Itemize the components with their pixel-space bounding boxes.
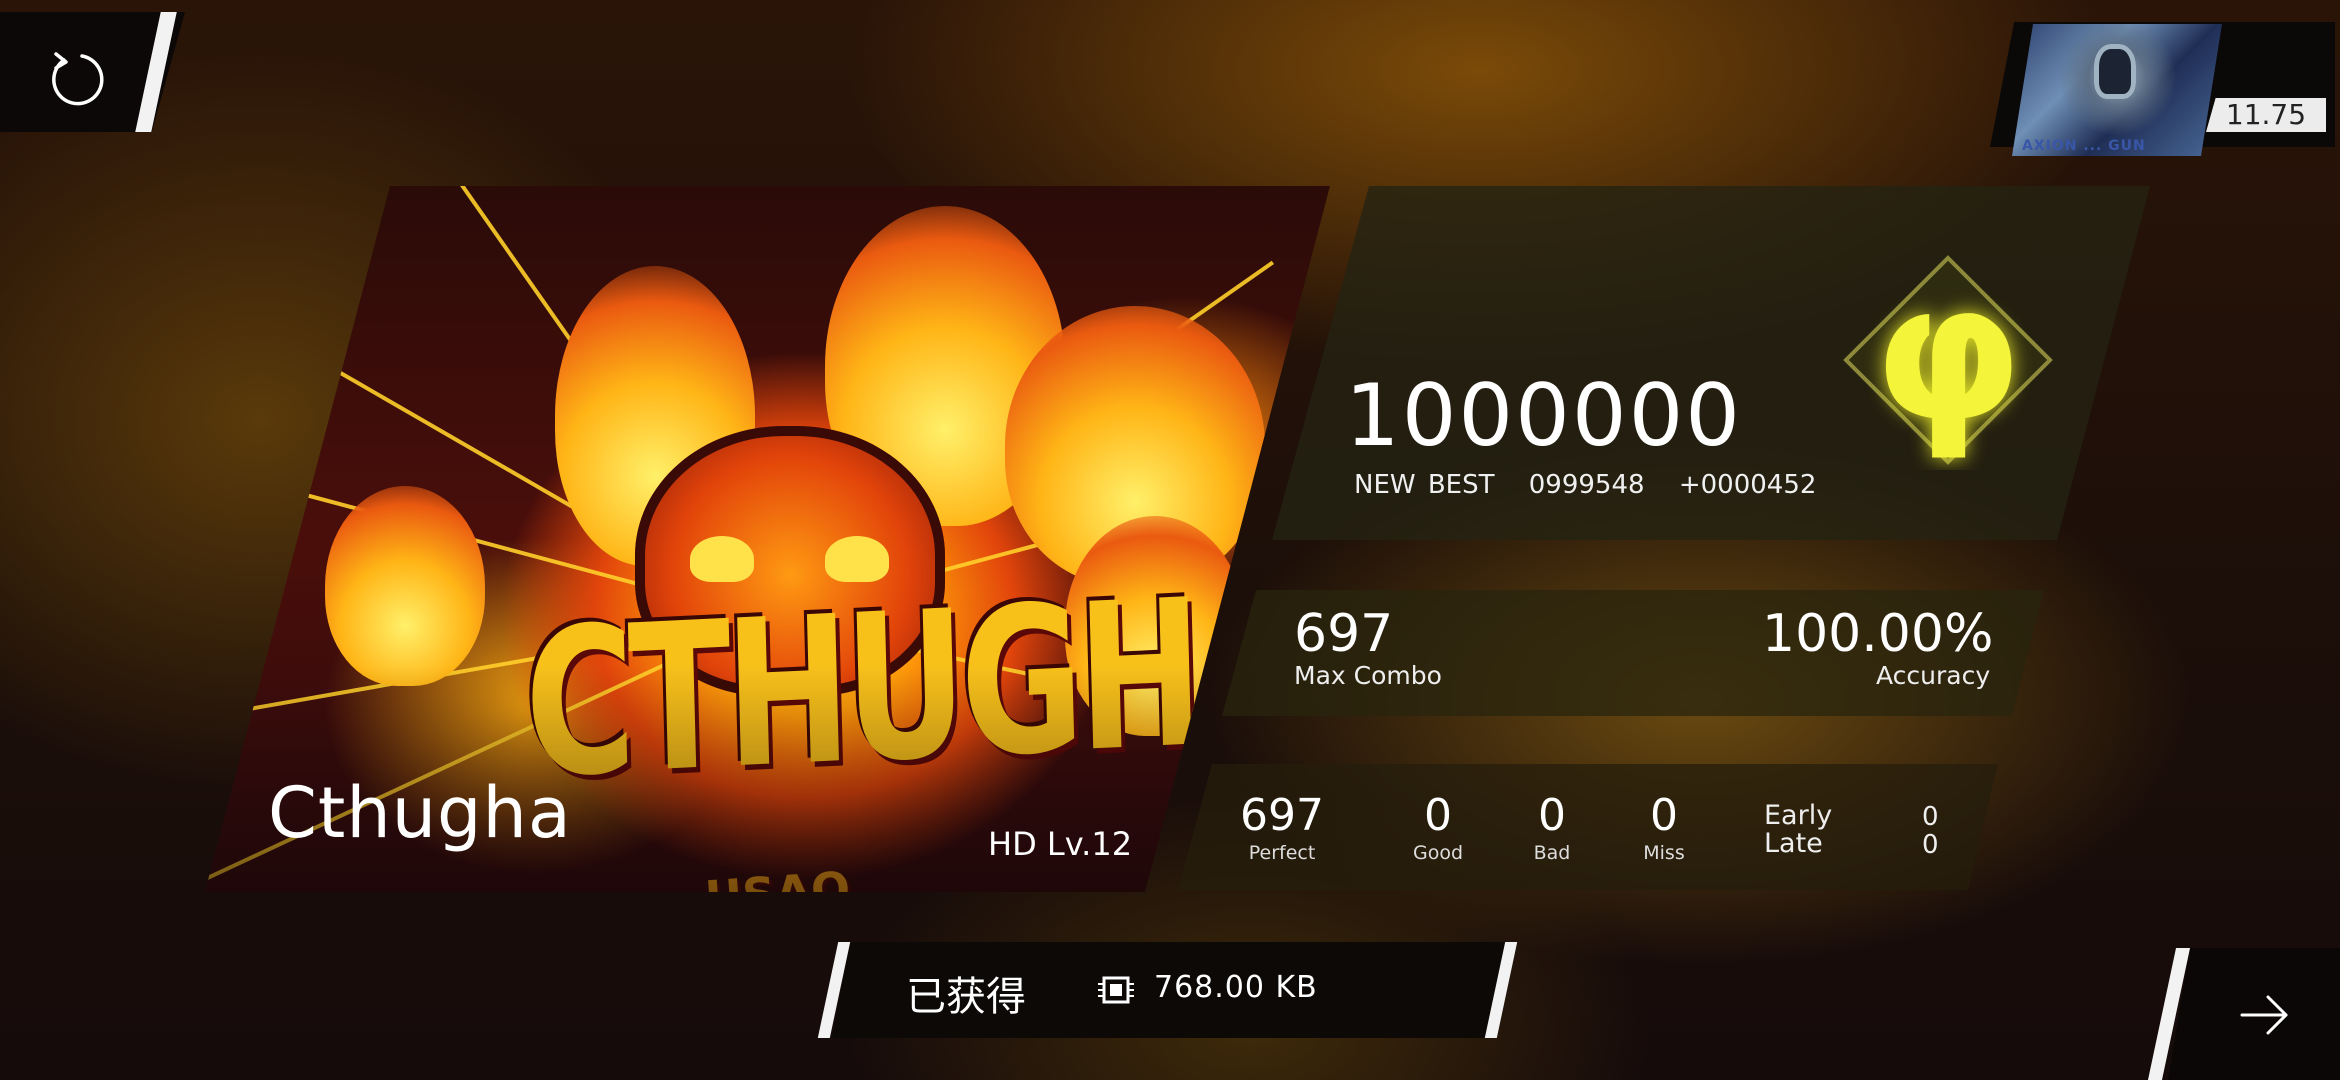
late-count: 0 xyxy=(1922,830,1939,860)
score-delta: +0000452 xyxy=(1678,470,1817,500)
score-details: NEW BEST 0999548 +0000452 xyxy=(1354,470,1838,500)
avatar: AXION ... GUN xyxy=(2012,24,2222,156)
max-combo-label: Max Combo xyxy=(1294,661,1442,690)
late-label: Late xyxy=(1764,828,1823,859)
next-button[interactable] xyxy=(2147,948,2340,1080)
obtained-label: 已获得 xyxy=(906,974,1026,1020)
song-difficulty: HD Lv.12 xyxy=(988,825,1133,863)
perfect-count: 697 xyxy=(1240,790,1324,841)
song-title: Cthugha xyxy=(268,772,572,854)
restart-icon xyxy=(52,52,104,106)
arrow-right-icon xyxy=(2240,995,2288,1035)
max-combo-value: 697 xyxy=(1294,604,1394,664)
restart-button[interactable] xyxy=(0,12,185,132)
early-count: 0 xyxy=(1922,802,1939,832)
early-label: Early xyxy=(1764,800,1833,831)
score-value: 1000000 xyxy=(1345,366,1743,466)
player-profile[interactable]: AXION ... GUN 11.75 xyxy=(1990,22,2335,156)
accuracy-label: Accuracy xyxy=(1876,661,1991,690)
miss-label: Miss xyxy=(1643,842,1685,864)
grade-letter: φ xyxy=(1874,250,2023,463)
chip-icon xyxy=(1098,976,1134,1004)
new-best-label: NEW BEST xyxy=(1354,470,1495,500)
grade-phi-icon: φ xyxy=(1843,250,2053,465)
good-label: Good xyxy=(1412,842,1464,864)
bad-label: Bad xyxy=(1533,842,1571,864)
previous-best: 0999548 xyxy=(1528,470,1645,500)
accuracy-value: 100.00% xyxy=(1762,604,1994,664)
obtained-bar: 已获得 768.00 KB xyxy=(817,942,1520,1038)
miss-count: 0 xyxy=(1650,790,1678,841)
data-size: 768.00 KB xyxy=(1154,970,1318,1005)
bad-count: 0 xyxy=(1538,790,1566,841)
perfect-label: Perfect xyxy=(1248,842,1316,864)
player-rks: 11.75 xyxy=(2206,98,2326,132)
good-count: 0 xyxy=(1424,790,1452,841)
